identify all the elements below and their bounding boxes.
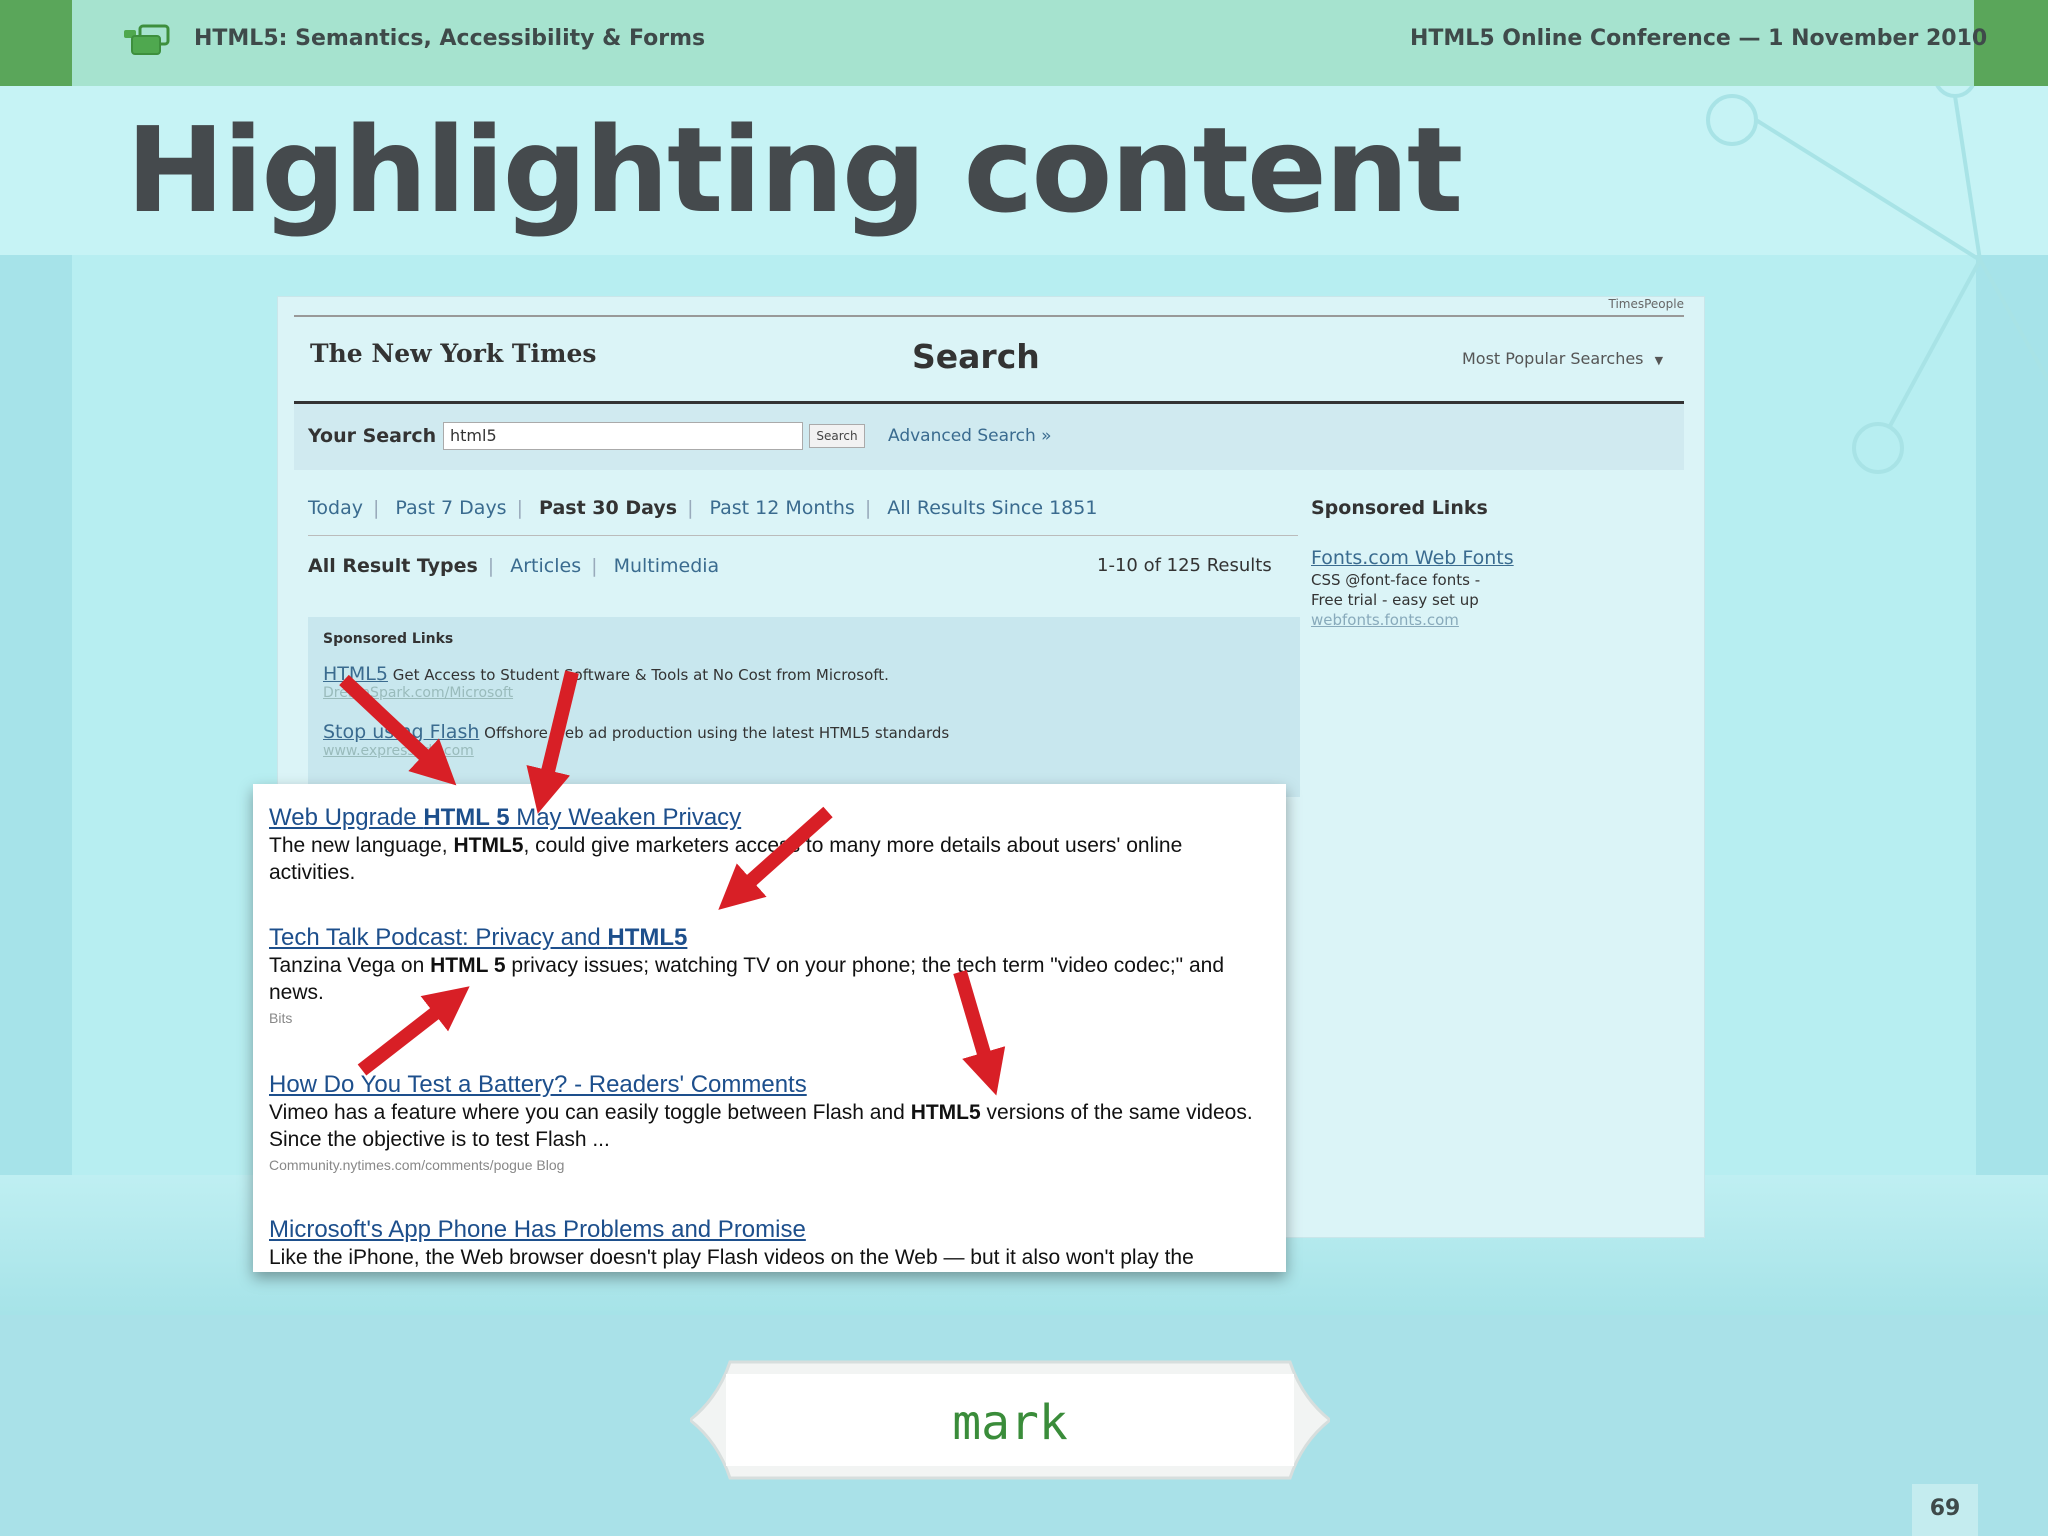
arrows-overlay: [339, 670, 1006, 1096]
red-arrow-icon: [339, 674, 457, 786]
red-arrow-icon: [718, 806, 833, 910]
caption-mark: mark: [952, 1395, 1068, 1451]
red-arrow-icon: [526, 670, 579, 814]
page-number: 69: [1929, 1496, 1961, 1521]
red-arrow-icon: [953, 970, 1006, 1096]
red-arrow-icon: [357, 986, 470, 1076]
